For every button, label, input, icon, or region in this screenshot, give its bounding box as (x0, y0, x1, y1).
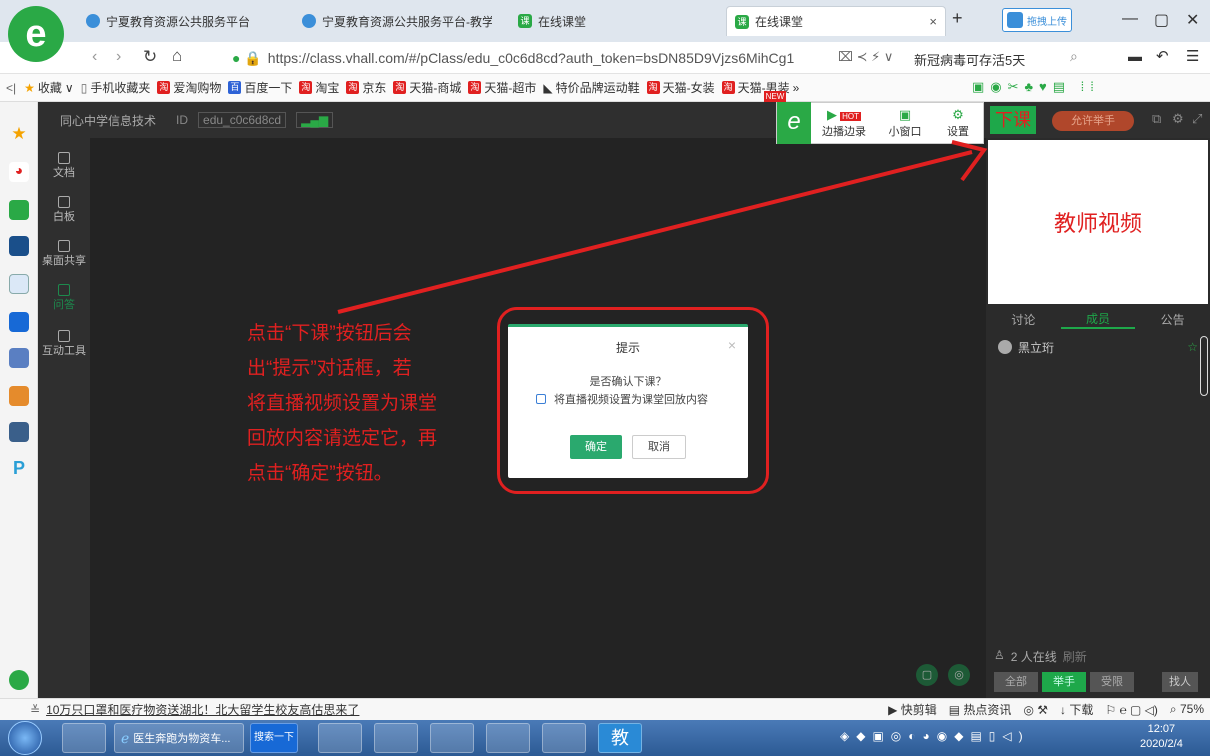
zoom-level[interactable]: ⌕ 75% (1170, 702, 1204, 717)
hot-news-button[interactable]: ▤ 热点资讯 (949, 701, 1012, 718)
clock[interactable]: 12:07 2020/2/4 (1140, 722, 1183, 752)
taskbar-paint[interactable] (486, 723, 530, 753)
quick-edit-label: 快剪辑 (900, 703, 937, 717)
instruction-line: 点击“确定”按钮。 (247, 463, 393, 484)
taskbar-ie-window[interactable]: ℯ 医生奔跑为物资车... (114, 723, 244, 753)
expand-icon[interactable]: ≚ (30, 703, 40, 717)
instruction-line: 回放内容请选定它，再 (247, 428, 438, 449)
zoom-icon: ⌕ (1169, 702, 1177, 716)
dialog-highlight-outline (497, 307, 769, 494)
headline-link[interactable]: 10万只口罩和医疗物资送湖北！北大留学生校友高估思来了 (46, 701, 359, 718)
360-browser-logo[interactable]: e (8, 6, 64, 62)
taskbar-wechat[interactable] (542, 723, 586, 753)
system-tray-icons[interactable]: ◈◆▣◎◐◕◉◆▤▯◁) (840, 729, 1030, 743)
taskbar-app-360[interactable] (62, 723, 106, 753)
instruction-line: 出“提示”对话框，若 (247, 358, 412, 379)
download-icon: ↓ (1060, 703, 1066, 717)
download-button[interactable]: ↓ 下载 (1060, 701, 1093, 718)
zoom-value: 75% (1179, 702, 1204, 716)
taskbar-explorer[interactable] (374, 723, 418, 753)
instruction-text: 点击“下课”按钮后会 出“提示”对话框，若 将直播视频设置为课堂 回放内容请选定… (247, 316, 507, 491)
browser-statusbar: ≚ 10万只口罩和医疗物资送湖北！北大留学生校友高估思来了 ▶ 快剪辑 ▤ 热点… (0, 698, 1210, 720)
instruction-line: 将直播视频设置为课堂 (247, 393, 438, 414)
taskbar-edu-app[interactable]: 教 (598, 723, 642, 753)
news-box-icon: ▤ (948, 703, 961, 717)
start-button[interactable] (8, 721, 42, 755)
quick-edit-button[interactable]: ▶ 快剪辑 (888, 701, 937, 718)
ie-icon: ℯ (121, 729, 130, 746)
hot-news-label: 热点资讯 (963, 703, 1012, 717)
clock-time: 12:07 (1147, 723, 1176, 735)
clock-date: 2020/2/4 (1140, 738, 1183, 750)
instruction-line: 点击“下课”按钮后会 (247, 323, 412, 344)
taskbar-360-browser[interactable] (430, 723, 474, 753)
download-label: 下载 (1069, 703, 1094, 717)
play-icon: ▶ (888, 703, 898, 717)
taskbar-baidu-cloud[interactable] (318, 723, 362, 753)
status-icons[interactable]: ⚐ ℮ ▢ ◁) (1105, 703, 1158, 717)
taskbar-search-button[interactable]: 搜索一下 (250, 723, 298, 753)
toolbar-icons[interactable]: ◎ ⚒ (1023, 703, 1048, 717)
ie-window-title: 医生奔跑为物资车... (133, 733, 231, 745)
windows-taskbar: ℯ 医生奔跑为物资车... 搜索一下 教 ◈◆▣◎◐◕◉◆▤▯◁) 12:07 2… (0, 720, 1210, 756)
